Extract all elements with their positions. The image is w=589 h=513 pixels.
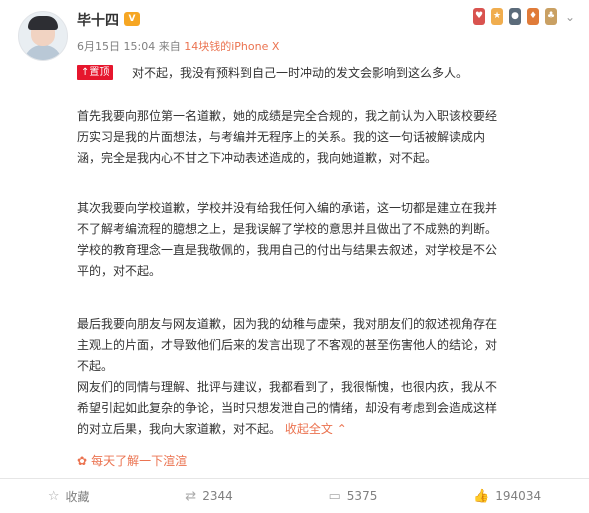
post-meta: 6月15日 15:04 来自 14块钱的iPhone X: [77, 38, 279, 54]
paragraph-line-text: 的对立后果，我向大家道歉，对不起。: [77, 422, 282, 436]
decor-card-gray-icon: ●: [509, 8, 521, 25]
action-bar: ☆ 收藏 ⇄ 2344 ▭ 5375 👍 194034: [0, 479, 589, 513]
daily-link[interactable]: ✿ 每天了解一下渲渲: [77, 452, 187, 469]
like-button[interactable]: 👍 194034: [473, 489, 541, 504]
paragraph-line: 历实习是我的片面想法，与考编并无程序上的关系。我的这一句话被解读成内: [77, 130, 486, 144]
decor-card-orange-icon: ★: [491, 8, 503, 25]
chevron-up-icon: ⌃: [336, 422, 347, 436]
avatar-hair: [28, 16, 58, 30]
pinned-title: 对不起，我没有预料到自己一时冲动的发文会影响到这么多人。: [132, 66, 469, 80]
comment-count: 5375: [346, 489, 378, 503]
paragraph-line: 主观上的片面，才导致他们后来的发言出现了不客观的甚至伤害他人的结论，对: [77, 338, 498, 352]
paragraph-line: 平的，对不起。: [77, 264, 162, 278]
paragraph-line: 不起。: [77, 359, 114, 373]
repost-count: 2344: [202, 489, 233, 503]
username[interactable]: 毕十四: [77, 10, 119, 30]
paragraph-3: 最后我要向朋友与网友道歉，因为我的幼稚与虚荣，我对朋友们的叙述视角存在 主观上的…: [77, 314, 577, 440]
comment-icon: ▭: [328, 488, 341, 504]
comment-button[interactable]: ▭ 5375: [329, 489, 378, 504]
collapse-label: 收起全文: [284, 422, 333, 436]
vip-badge-icon: V: [124, 12, 140, 26]
avatar-shirt: [24, 45, 62, 60]
paragraph-line: 希望引起如此复杂的争论，当时只想发泄自己的情绪，却没有考虑到会造成这样: [77, 401, 498, 415]
paragraph-line: 其次我要向学校道歉，学校并没有给我任何入编的承诺，这一切都是建立在我并: [77, 201, 498, 215]
paragraph-2: 其次我要向学校道歉，学校并没有给我任何入编的承诺，这一切都是建立在我并 不了解考…: [77, 198, 577, 282]
pin-label: 置顶: [89, 67, 110, 78]
avatar[interactable]: [18, 11, 68, 61]
daily-link-label: 每天了解一下渲渲: [91, 454, 188, 468]
decor-card-red-icon: ♥: [473, 8, 485, 25]
favorite-label: 收藏: [65, 489, 90, 504]
pinned-badge: ↑置顶: [77, 65, 114, 80]
collapse-full-text-link[interactable]: 收起全文 ⌃: [285, 422, 347, 436]
chevron-down-icon[interactable]: ⌄: [563, 10, 577, 24]
from-label: 来自: [158, 40, 181, 53]
decor-card-amber-icon: ♦: [527, 8, 539, 25]
decoration-icons: ♥ ★ ● ♦ ♣ ⌄: [473, 8, 577, 25]
post-source[interactable]: 14块钱的iPhone X: [184, 40, 279, 53]
thumbs-up-icon: 👍: [473, 488, 490, 504]
decor-card-tan-icon: ♣: [545, 8, 557, 25]
favorite-button[interactable]: ☆ 收藏: [48, 488, 90, 505]
paragraph-line: 学校的教育理念一直是我敬佩的，我用自己的付出与结果去叙述，对学校是不公: [77, 243, 498, 257]
flower-icon: ✿: [77, 454, 88, 468]
paragraph-line: 不了解考编流程的臆想之上，是我误解了学校的意思并且做出了不成熟的判断。: [77, 222, 498, 236]
repost-button[interactable]: ⇄ 2344: [185, 489, 232, 504]
paragraph-line-last: 的对立后果，我向大家道歉，对不起。 收起全文 ⌃: [77, 419, 577, 440]
paragraph-line: 首先我要向那位第一名道歉，她的成绩是完全合规的，我之前认为入职该校要经: [77, 109, 498, 123]
star-icon: ☆: [47, 488, 60, 504]
post-time[interactable]: 6月15日 15:04: [77, 40, 155, 53]
repost-icon: ⇄: [185, 488, 197, 504]
paragraph-line: 网友们的同情与理解、批评与建议，我都看到了，我很惭愧，也很内疚，我从不: [77, 380, 498, 394]
like-count: 194034: [495, 489, 542, 503]
paragraph-line: 最后我要向朋友与网友道歉，因为我的幼稚与虚荣，我对朋友们的叙述视角存在: [77, 317, 498, 331]
paragraph-line: 涵，完全是我内心不甘之下冲动表述造成的，我向她道歉，对不起。: [77, 151, 438, 165]
paragraph-1: 首先我要向那位第一名道歉，她的成绩是完全合规的，我之前认为入职该校要经 历实习是…: [77, 106, 577, 169]
